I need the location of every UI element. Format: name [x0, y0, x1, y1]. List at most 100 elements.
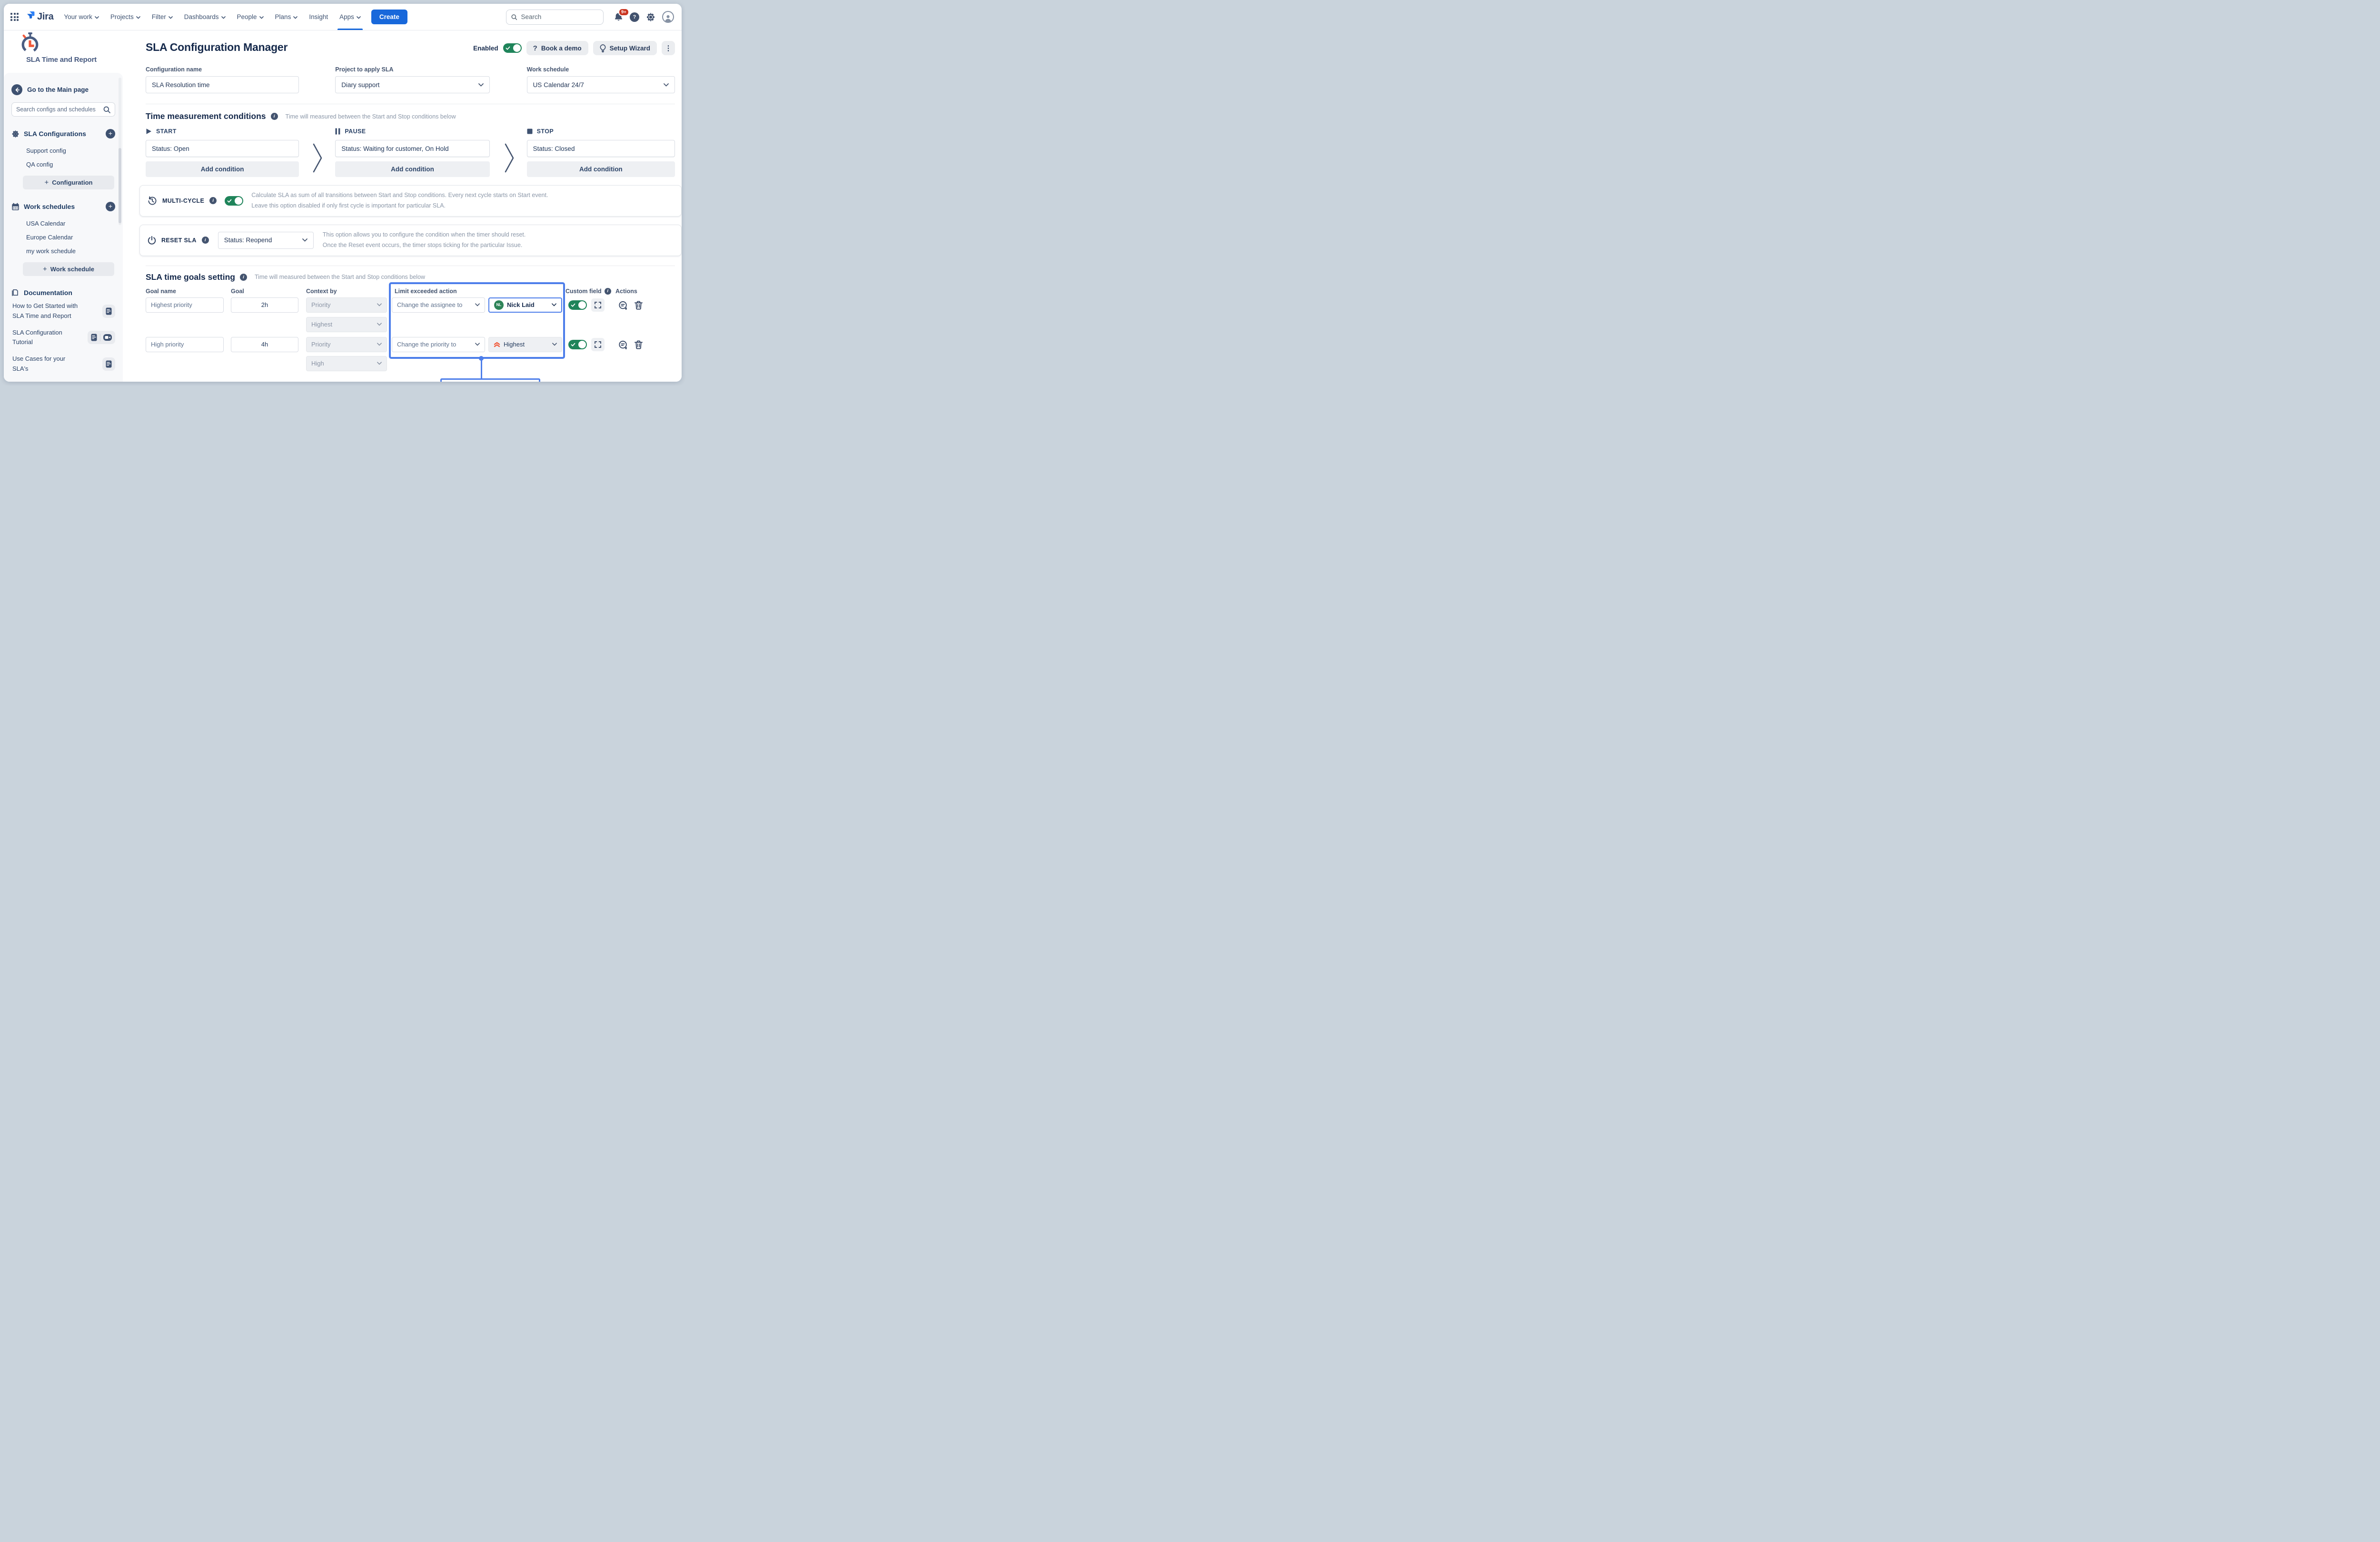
add-work-schedule-button[interactable]: +Work schedule: [23, 262, 114, 276]
enabled-toggle[interactable]: [503, 43, 522, 53]
sidebar-item-usa-calendar[interactable]: USA Calendar: [11, 216, 115, 230]
add-schedule-icon[interactable]: +: [106, 202, 115, 211]
global-search[interactable]: [506, 10, 604, 25]
start-add-condition-button[interactable]: Add condition: [146, 161, 299, 177]
stop-add-condition-button[interactable]: Add condition: [527, 161, 675, 177]
doc-article-button[interactable]: [102, 305, 115, 318]
nav-item-insight[interactable]: Insight: [309, 4, 328, 30]
sidebar-item-europe-calendar[interactable]: Europe Calendar: [11, 230, 115, 244]
doc-article-button[interactable]: [102, 357, 115, 371]
add-configuration-icon[interactable]: +: [106, 129, 115, 138]
app-switcher-icon[interactable]: [10, 13, 19, 21]
settings-button[interactable]: [646, 12, 655, 22]
info-icon[interactable]: i: [240, 274, 247, 281]
avatar: [662, 11, 674, 23]
setup-wizard-button[interactable]: Setup Wizard: [593, 41, 657, 55]
delete-button[interactable]: [633, 339, 644, 351]
custom-field-toggle[interactable]: [568, 300, 587, 310]
sidebar-search-input[interactable]: [16, 106, 100, 113]
reset-condition-select[interactable]: Status: Reopend: [218, 232, 314, 249]
create-button[interactable]: Create: [371, 10, 407, 24]
start-condition-value[interactable]: Status: Open: [146, 140, 299, 157]
documentation-icon: [11, 288, 20, 297]
add-configuration-button[interactable]: +Configuration: [23, 176, 114, 189]
expand-button[interactable]: [591, 298, 605, 312]
nav-item-people[interactable]: People: [237, 4, 264, 30]
chevron-down-icon: [552, 343, 557, 346]
help-button[interactable]: ?: [630, 12, 639, 22]
doc-article-video-buttons[interactable]: [88, 331, 115, 344]
doc-link[interactable]: SLA Configuration Tutorial: [12, 328, 83, 348]
goal-name-input[interactable]: [146, 297, 224, 313]
context-value-select[interactable]: High: [306, 356, 387, 371]
chevron-down-icon: [664, 83, 669, 87]
section-documentation: Documentation: [11, 288, 115, 297]
user-avatar: NL: [494, 300, 504, 310]
comment-button[interactable]: [617, 339, 629, 351]
book-demo-button[interactable]: ?Book a demo: [526, 41, 588, 55]
check-icon: [571, 303, 575, 307]
multi-cycle-toggle[interactable]: [225, 196, 243, 206]
nav-item-plans[interactable]: Plans: [275, 4, 298, 30]
sidebar-item-my-work-schedule[interactable]: my work schedule: [11, 244, 115, 257]
goal-name-input[interactable]: [146, 337, 224, 352]
nav-item-projects[interactable]: Projects: [110, 4, 140, 30]
context-by-select[interactable]: Priority: [306, 297, 387, 313]
question-icon: ?: [533, 44, 537, 52]
profile-button[interactable]: [662, 11, 674, 23]
sla-configurations-title: SLA Configurations: [24, 130, 86, 138]
pause-add-condition-button[interactable]: Add condition: [335, 161, 489, 177]
doc-link[interactable]: How to Get Started with SLA Time and Rep…: [12, 301, 83, 321]
jira-logo[interactable]: Jira: [25, 11, 53, 23]
custom-field-toggle[interactable]: [568, 340, 587, 349]
info-icon[interactable]: i: [209, 197, 217, 204]
enabled-label: Enabled: [473, 45, 498, 52]
more-options-button[interactable]: ⋮: [662, 41, 675, 55]
global-search-input[interactable]: [521, 13, 598, 20]
goals-section-title: SLA time goals setting: [146, 272, 235, 282]
stop-condition-header: STOP: [527, 128, 675, 135]
expand-button[interactable]: [591, 338, 605, 351]
top-navigation: Jira Your work Projects Filter Dashboard…: [4, 4, 682, 30]
pause-condition-value[interactable]: Status: Waiting for customer, On Hold: [335, 140, 489, 157]
chevron-down-icon: [478, 83, 484, 87]
goal-value-input[interactable]: [231, 337, 298, 352]
scrollbar-thumb[interactable]: [119, 148, 121, 223]
sidebar-search[interactable]: [11, 102, 115, 117]
sidebar-item-support-config[interactable]: Support config: [11, 143, 115, 157]
check-icon: [506, 46, 510, 50]
nav-item-filter[interactable]: Filter: [152, 4, 173, 30]
assignee-select[interactable]: NL Nick Laid: [488, 297, 562, 313]
nav-item-dashboards[interactable]: Dashboards: [184, 4, 226, 30]
go-to-main-page-link[interactable]: Go to the Main page: [11, 84, 115, 95]
configuration-name-input[interactable]: [146, 76, 299, 93]
delete-button[interactable]: [633, 299, 644, 312]
info-icon[interactable]: i: [605, 288, 611, 295]
flow-arrow-icon: [504, 143, 515, 173]
limit-action-select[interactable]: Change the priority to: [392, 337, 485, 352]
notifications-button[interactable]: 9+: [614, 12, 623, 22]
article-icon: [91, 334, 97, 341]
chevron-down-icon: [475, 343, 480, 346]
work-schedule-select[interactable]: US Calendar 24/7: [527, 76, 675, 93]
priority-select[interactable]: Highest: [488, 337, 562, 352]
doc-item-tutorial: SLA Configuration Tutorial: [11, 324, 115, 350]
chevron-down-icon: [136, 16, 140, 19]
stop-condition-value[interactable]: Status: Closed: [527, 140, 675, 157]
doc-link[interactable]: Use Cases for your SLA's: [12, 354, 83, 374]
trash-icon: [635, 340, 643, 349]
context-by-select[interactable]: Priority: [306, 337, 387, 352]
limit-action-select[interactable]: Change the assignee to: [392, 297, 485, 313]
goal-value-input[interactable]: [231, 297, 298, 313]
nav-item-apps[interactable]: Apps: [339, 4, 361, 30]
trash-icon: [635, 301, 643, 310]
context-value-select[interactable]: Highest: [306, 317, 387, 332]
info-icon[interactable]: i: [271, 113, 278, 120]
sidebar-item-qa-config[interactable]: QA config: [11, 157, 115, 171]
comment-button[interactable]: [617, 299, 629, 312]
nav-item-your-work[interactable]: Your work: [64, 4, 99, 30]
stop-icon: [527, 128, 533, 134]
chevron-down-icon: [259, 16, 264, 19]
project-select[interactable]: Diary support: [335, 76, 489, 93]
info-icon[interactable]: i: [202, 237, 209, 244]
